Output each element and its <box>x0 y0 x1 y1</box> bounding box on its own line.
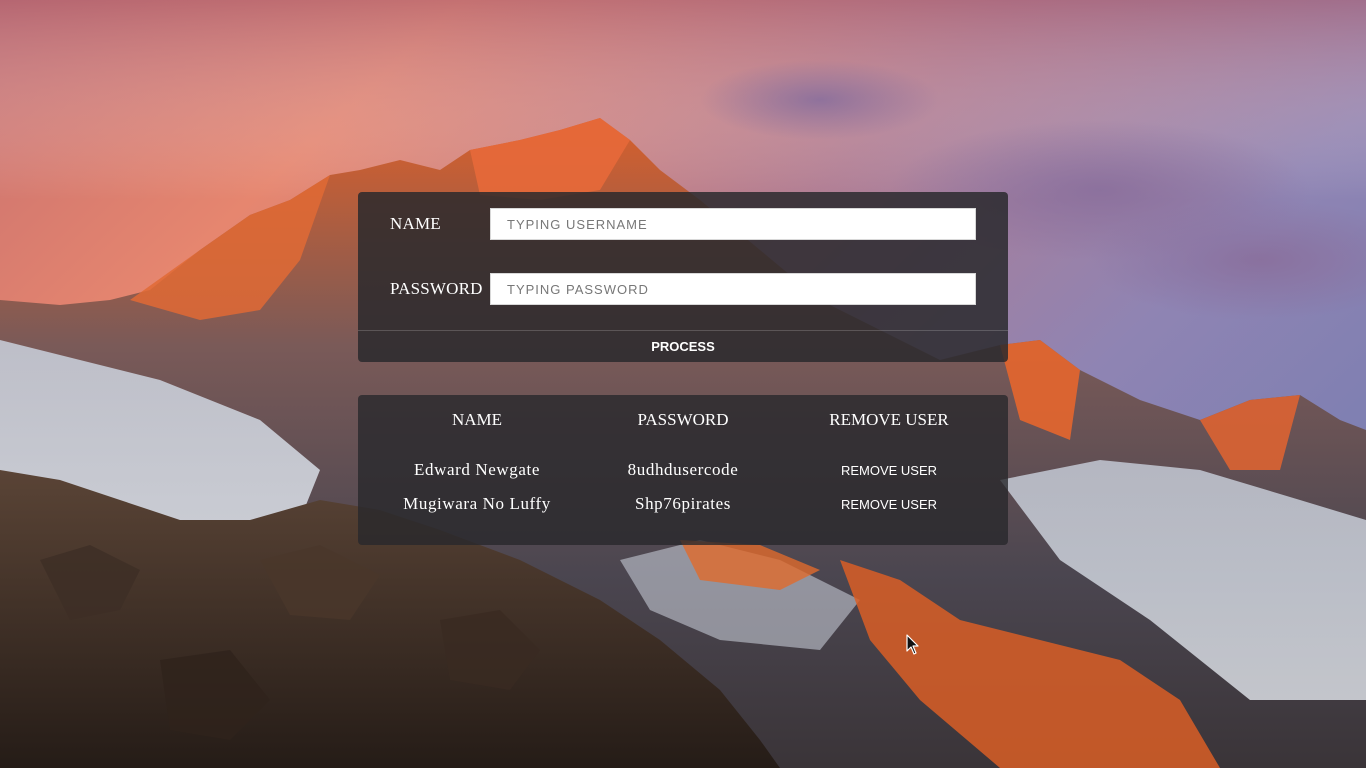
username-input[interactable] <box>490 208 976 240</box>
remove-user-button[interactable]: REMOVE USER <box>837 495 941 514</box>
table-spacer <box>374 436 992 453</box>
column-header-remove-user: REMOVE USER <box>829 409 949 429</box>
mouse-pointer-icon <box>906 634 919 655</box>
user-password-cell: Shp76pirates <box>635 494 731 513</box>
remove-user-cell: REMOVE USER <box>786 453 992 487</box>
users-table-panel: NAME PASSWORD REMOVE USER Edward Newgate… <box>358 395 1008 545</box>
background-landscape <box>0 0 1366 768</box>
user-form-panel: NAME PASSWORD PROCESS <box>358 192 1008 362</box>
remove-user-cell: REMOVE USER <box>786 487 992 521</box>
name-label: NAME <box>390 214 441 233</box>
name-field-row: NAME <box>358 208 1008 242</box>
column-header-name: NAME <box>451 409 503 429</box>
table-row: Edward Newgate 8udhdusercode REMOVE USER <box>374 453 992 487</box>
column-header-password: PASSWORD <box>637 409 729 429</box>
process-button[interactable]: PROCESS <box>358 330 1008 362</box>
user-name-cell: Mugiwara No Luffy <box>403 494 551 513</box>
password-label: PASSWORD <box>390 279 483 298</box>
password-input[interactable] <box>490 273 976 305</box>
table-row: Mugiwara No Luffy Shp76pirates REMOVE US… <box>374 487 992 521</box>
remove-user-button[interactable]: REMOVE USER <box>837 461 941 480</box>
user-name-cell: Edward Newgate <box>414 460 540 479</box>
user-password-cell: 8udhdusercode <box>627 460 739 479</box>
table-header-row: NAME PASSWORD REMOVE USER <box>374 403 992 436</box>
users-table: NAME PASSWORD REMOVE USER Edward Newgate… <box>374 403 992 521</box>
password-field-row: PASSWORD <box>358 273 1008 307</box>
